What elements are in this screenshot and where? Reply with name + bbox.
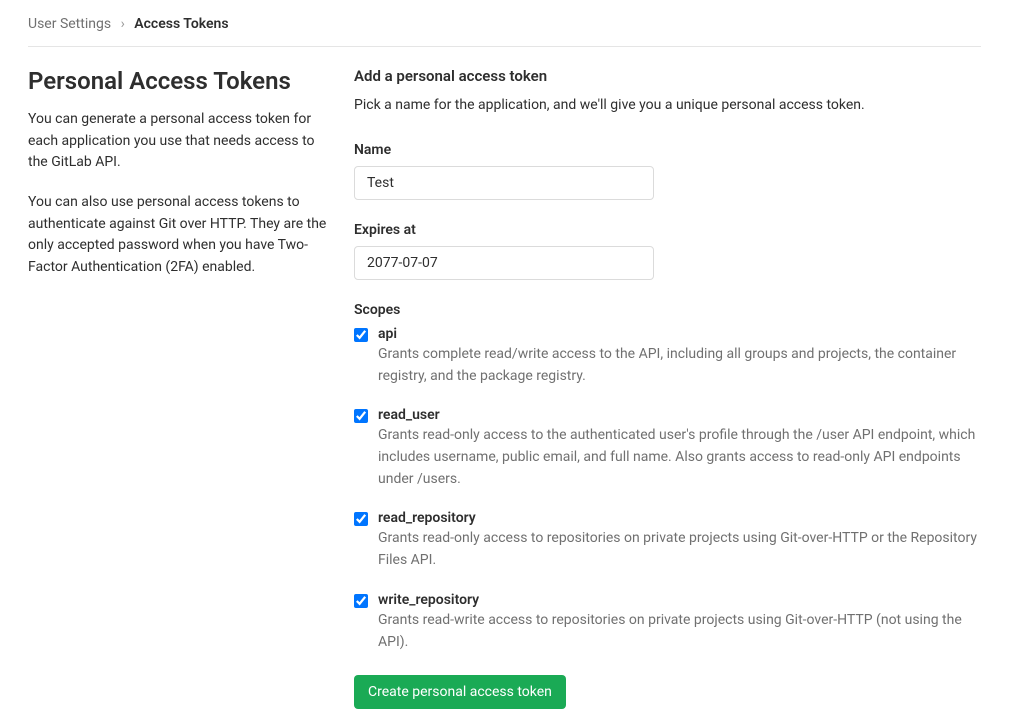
form-subtitle: Pick a name for the application, and we'… bbox=[354, 95, 981, 116]
scope-checkbox-read_user[interactable] bbox=[354, 409, 368, 423]
scope-checkbox-write_repository[interactable] bbox=[354, 594, 368, 608]
create-token-button[interactable]: Create personal access token bbox=[354, 675, 566, 709]
page-title: Personal Access Tokens bbox=[28, 67, 328, 95]
scope-name-label[interactable]: read_repository bbox=[378, 510, 981, 526]
breadcrumb-current: Access Tokens bbox=[134, 16, 228, 32]
expires-label: Expires at bbox=[354, 222, 981, 238]
chevron-right-icon: › bbox=[121, 16, 125, 32]
name-input[interactable] bbox=[354, 166, 654, 200]
scope-name-label[interactable]: read_user bbox=[378, 407, 981, 423]
scope-item-read_user: read_user Grants read-only access to the … bbox=[354, 407, 981, 490]
expires-input[interactable] bbox=[354, 246, 654, 280]
scope-description: Grants read-only access to repositories … bbox=[378, 528, 981, 571]
intro-paragraph-1: You can generate a personal access token… bbox=[28, 109, 328, 174]
breadcrumb: User Settings › Access Tokens bbox=[28, 8, 981, 47]
intro-paragraph-2: You can also use personal access tokens … bbox=[28, 192, 328, 279]
name-label: Name bbox=[354, 142, 981, 158]
scope-item-api: api Grants complete read/write access to … bbox=[354, 326, 981, 387]
scope-description: Grants read-write access to repositories… bbox=[378, 610, 981, 653]
scope-name-label[interactable]: write_repository bbox=[378, 592, 981, 608]
scope-description: Grants read-only access to the authentic… bbox=[378, 425, 981, 490]
scope-item-read_repository: read_repository Grants read-only access t… bbox=[354, 510, 981, 571]
breadcrumb-parent[interactable]: User Settings bbox=[28, 16, 111, 32]
scope-item-write_repository: write_repository Grants read-write access… bbox=[354, 592, 981, 653]
scope-description: Grants complete read/write access to the… bbox=[378, 344, 981, 387]
scope-name-label[interactable]: api bbox=[378, 326, 981, 342]
form-title: Add a personal access token bbox=[354, 67, 981, 85]
scope-checkbox-api[interactable] bbox=[354, 328, 368, 342]
scopes-label: Scopes bbox=[354, 302, 981, 318]
scope-checkbox-read_repository[interactable] bbox=[354, 512, 368, 526]
